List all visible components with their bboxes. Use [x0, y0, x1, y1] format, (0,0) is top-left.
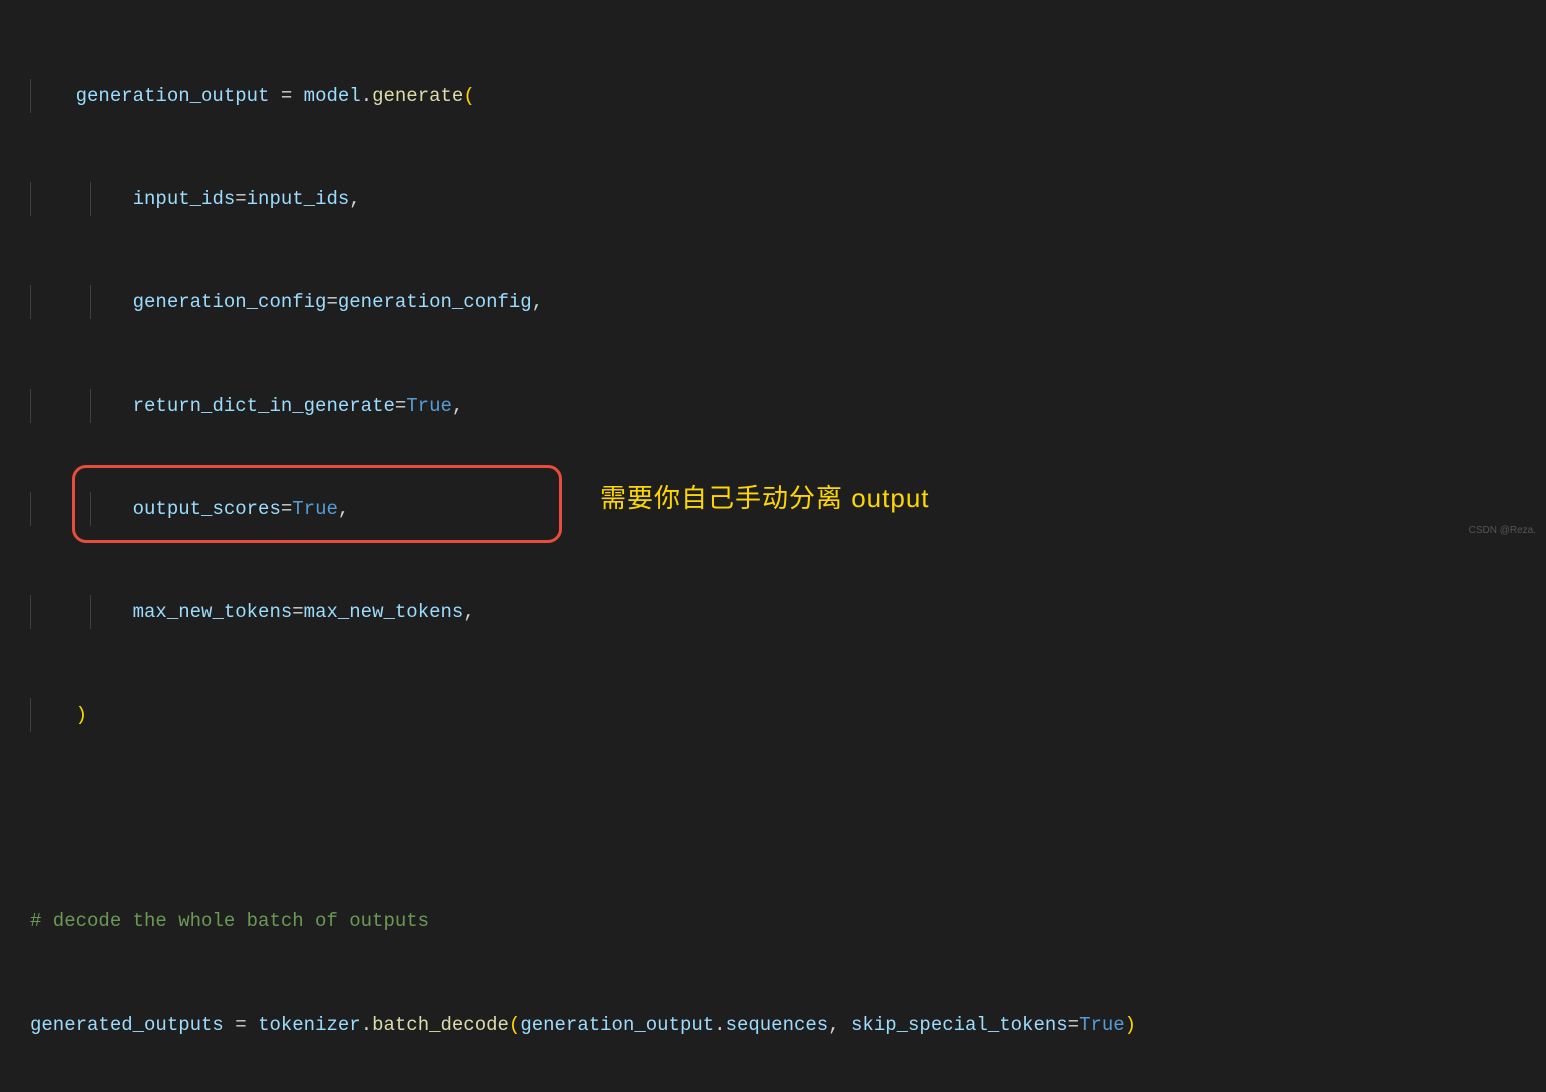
- watermark-text: CSDN @Reza.: [1469, 522, 1536, 540]
- code-line-9: # decode the whole batch of outputs: [30, 904, 1546, 938]
- code-line-4: return_dict_in_generate=True,: [30, 389, 1546, 423]
- code-editor[interactable]: generation_output = model.generate( inpu…: [0, 10, 1546, 1092]
- code-line-8: [30, 801, 1546, 835]
- code-line-7: ): [30, 698, 1546, 732]
- code-line-10: generated_outputs = tokenizer.batch_deco…: [30, 1008, 1546, 1042]
- code-line-2: input_ids=input_ids,: [30, 182, 1546, 216]
- code-line-3: generation_config=generation_config,: [30, 285, 1546, 319]
- code-line-6: max_new_tokens=max_new_tokens,: [30, 595, 1546, 629]
- annotation-text: 需要你自己手动分离 output: [600, 475, 930, 522]
- code-line-1: generation_output = model.generate(: [30, 79, 1546, 113]
